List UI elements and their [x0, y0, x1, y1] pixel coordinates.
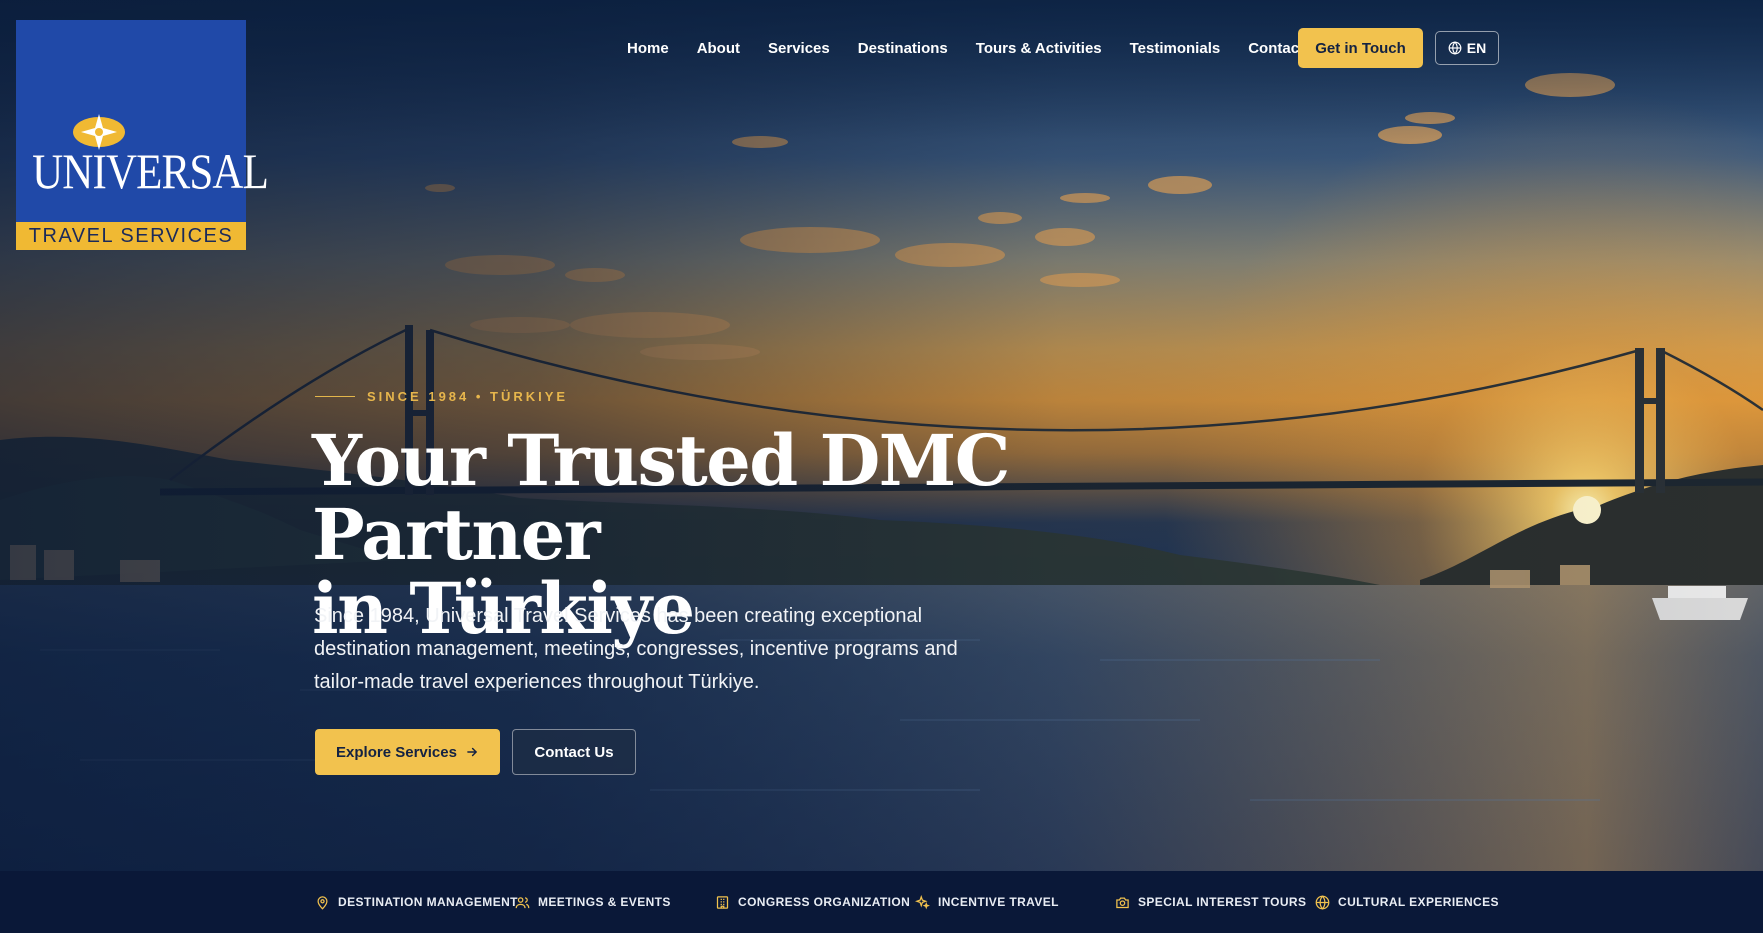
- services-strip: DESTINATION MANAGEMENT MEETINGS & EVENTS…: [0, 871, 1763, 933]
- header-shade: [0, 0, 1763, 140]
- sparkles-icon: [915, 894, 930, 909]
- nav-testimonials[interactable]: Testimonials: [1130, 40, 1221, 57]
- nav-tours-activities[interactable]: Tours & Activities: [976, 40, 1102, 57]
- get-in-touch-button[interactable]: Get in Touch: [1298, 28, 1423, 68]
- service-label: SPECIAL INTEREST TOURS: [1138, 895, 1307, 909]
- hero-section: UNIVERSAL TRAVEL SERVICES Home About Ser…: [0, 0, 1763, 871]
- explore-services-label: Explore Services: [336, 743, 457, 761]
- eyebrow-text: SINCE 1984 • TÜRKIYE: [367, 389, 569, 404]
- users-icon: [515, 896, 530, 908]
- language-code: EN: [1466, 40, 1487, 56]
- brand-logo[interactable]: UNIVERSAL TRAVEL SERVICES: [16, 20, 269, 250]
- headline-line-1: Your Trusted DMC Partner: [312, 419, 1011, 576]
- language-switcher[interactable]: EN: [1435, 31, 1499, 65]
- service-label: MEETINGS & EVENTS: [538, 895, 671, 909]
- arrow-right-icon: [467, 747, 477, 757]
- globe-icon: [1448, 41, 1462, 55]
- nav-services[interactable]: Services: [768, 40, 830, 57]
- service-congress-organization[interactable]: CONGRESS ORGANIZATION: [715, 871, 910, 933]
- nav-about[interactable]: About: [697, 40, 740, 57]
- main-nav: Home About Services Destinations Tours &…: [627, 28, 1332, 68]
- logo-wordmark: UNIVERSAL: [32, 143, 269, 199]
- logo-tagline: TRAVEL SERVICES: [16, 222, 246, 250]
- service-cultural-experiences[interactable]: CULTURAL EXPERIENCES: [1315, 871, 1499, 933]
- nav-home[interactable]: Home: [627, 40, 669, 57]
- service-label: DESTINATION MANAGEMENT: [338, 895, 518, 909]
- service-label: CONGRESS ORGANIZATION: [738, 895, 911, 909]
- service-label: CULTURAL EXPERIENCES: [1338, 895, 1499, 909]
- service-label: INCENTIVE TRAVEL: [938, 895, 1059, 909]
- service-special-interest-tours[interactable]: SPECIAL INTEREST TOURS: [1115, 871, 1306, 933]
- hero-eyebrow: SINCE 1984 • TÜRKIYE: [315, 389, 568, 404]
- service-incentive-travel[interactable]: INCENTIVE TRAVEL: [915, 871, 1059, 933]
- eyebrow-divider: [315, 396, 355, 397]
- nav-destinations[interactable]: Destinations: [858, 40, 948, 57]
- service-destination-management[interactable]: DESTINATION MANAGEMENT: [315, 871, 518, 933]
- map-pin-icon: [317, 895, 328, 910]
- nav-contact[interactable]: Contact: [1248, 40, 1304, 57]
- camera-icon: [1116, 897, 1129, 908]
- building-icon: [716, 895, 729, 909]
- service-meetings-events[interactable]: MEETINGS & EVENTS: [515, 871, 671, 933]
- hero-description: Since 1984, Universal Travel Services ha…: [314, 605, 958, 693]
- contact-us-button[interactable]: Contact Us: [512, 729, 636, 775]
- explore-services-button[interactable]: Explore Services: [315, 729, 500, 775]
- globe-icon: [1315, 894, 1330, 910]
